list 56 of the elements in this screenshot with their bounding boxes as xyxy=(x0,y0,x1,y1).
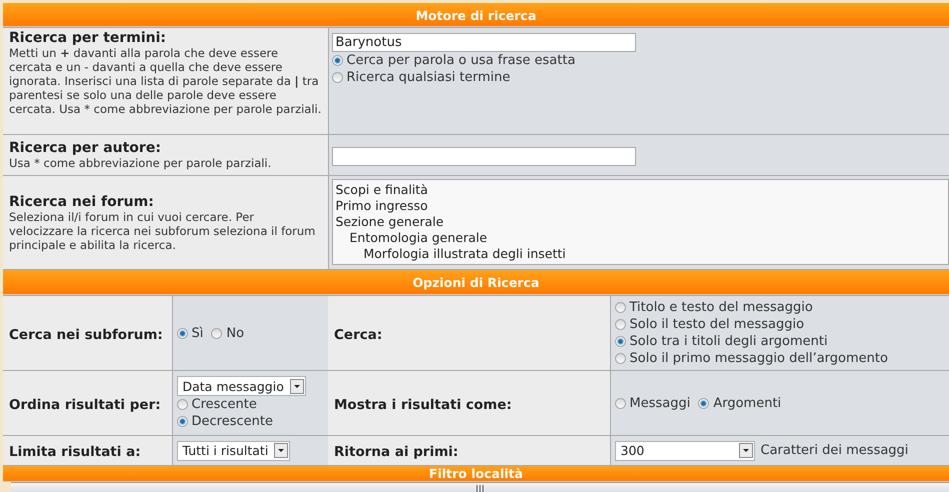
radio-option[interactable]: Crescente xyxy=(176,396,257,413)
section-header: Motore di ricerca xyxy=(3,3,949,27)
radio-button[interactable] xyxy=(176,399,188,410)
radio-option[interactable]: Messaggi xyxy=(614,394,690,412)
option-label: Limita risultati a: xyxy=(9,444,141,460)
dropdown-select[interactable]: Data messaggio xyxy=(176,376,306,396)
radio-option[interactable]: Decrescente xyxy=(176,413,273,430)
option-label: Cerca: xyxy=(334,326,382,342)
forum-list-item[interactable]: Entomologia generale xyxy=(336,230,945,246)
radio-option[interactable]: Solo tra i titoli degli argomenti xyxy=(614,333,828,350)
radio-button[interactable] xyxy=(332,72,342,83)
forum-list-item[interactable]: Sezione generale xyxy=(336,214,945,230)
field-label: Ricerca nei forum: xyxy=(9,194,155,210)
dropdown-caret-icon xyxy=(274,443,288,458)
radio-button[interactable] xyxy=(614,353,626,364)
radio-option[interactable]: Titolo e testo del messaggio xyxy=(614,299,813,316)
forum-list-item[interactable]: Scopi e finalità xyxy=(336,182,945,198)
author-field[interactable] xyxy=(332,147,636,166)
radio-option[interactable]: Argomenti xyxy=(698,394,782,412)
option-label: Mostra i risultati come: xyxy=(334,396,512,412)
radio-button[interactable] xyxy=(698,398,710,408)
radio-option[interactable]: Solo il primo messaggio dell’argomento xyxy=(614,350,888,367)
section-header: Opzioni di Ricerca xyxy=(3,270,949,295)
field-label: Ricerca per autore: xyxy=(9,140,162,156)
horizontal-scrollbar[interactable] xyxy=(11,482,949,492)
forum-list-item[interactable]: Morfologia illustrata degli insetti xyxy=(336,246,945,262)
radio-button[interactable] xyxy=(176,328,188,338)
radio-button[interactable] xyxy=(176,416,188,427)
option-label: Ritorna ai primi: xyxy=(334,444,458,460)
field-label: Ricerca per termini: xyxy=(9,30,168,46)
dropdown-select[interactable]: 300 xyxy=(614,440,754,460)
radio-button[interactable] xyxy=(614,336,626,347)
radio-option[interactable]: Ricerca qualsiasi termine xyxy=(332,69,510,86)
radio-option[interactable]: Sì xyxy=(176,324,204,342)
dropdown-select[interactable]: Tutti i risultati xyxy=(176,440,290,460)
dropdown-caret-icon xyxy=(738,443,752,458)
radio-button[interactable] xyxy=(614,398,626,408)
radio-button[interactable] xyxy=(211,328,222,338)
unit-label: Caratteri dei messaggi xyxy=(760,443,908,458)
forum-list[interactable]: Scopi e finalità Primo ingresso Sezione generale Entomologia generale Morfologia illustrata degli insetti xyxy=(332,179,949,265)
radio-option[interactable]: Cerca per parola o usa frase esatta xyxy=(332,52,576,69)
option-label: Cerca nei subforum: xyxy=(9,326,163,342)
option-label: Ordina risultati per: xyxy=(9,396,161,412)
radio-option[interactable]: No xyxy=(211,324,244,342)
grip-icon xyxy=(476,485,484,492)
field-hint: Usa * come abbreviazione per parole parziali. xyxy=(9,156,272,170)
radio-button[interactable] xyxy=(614,302,626,313)
field-hint: Seleziona il/i forum in cui vuoi cercare. Per velocizzare la ricerca nei subforum seleziona il forum principale e abilita la ricerca. xyxy=(9,210,316,252)
dropdown-caret-icon xyxy=(290,378,304,394)
radio-option[interactable]: Solo il testo del messaggio xyxy=(614,316,804,333)
forum-list-item[interactable]: Primo ingresso xyxy=(336,198,945,214)
radio-button[interactable] xyxy=(332,55,342,66)
search-terms-field[interactable]: Barynotus xyxy=(332,33,636,52)
radio-button[interactable] xyxy=(614,319,626,330)
field-hint: Metti un + davanti alla parola che deve essere cercata e un - davanti a quella che deve essere ignorata. Inserisci una lista di parole separate da | tra parentesi se solo una delle parole deve essere cercata. Usa * come abbreviazione per parole parziali. xyxy=(9,46,322,116)
section-header: Filtro località xyxy=(3,466,949,482)
